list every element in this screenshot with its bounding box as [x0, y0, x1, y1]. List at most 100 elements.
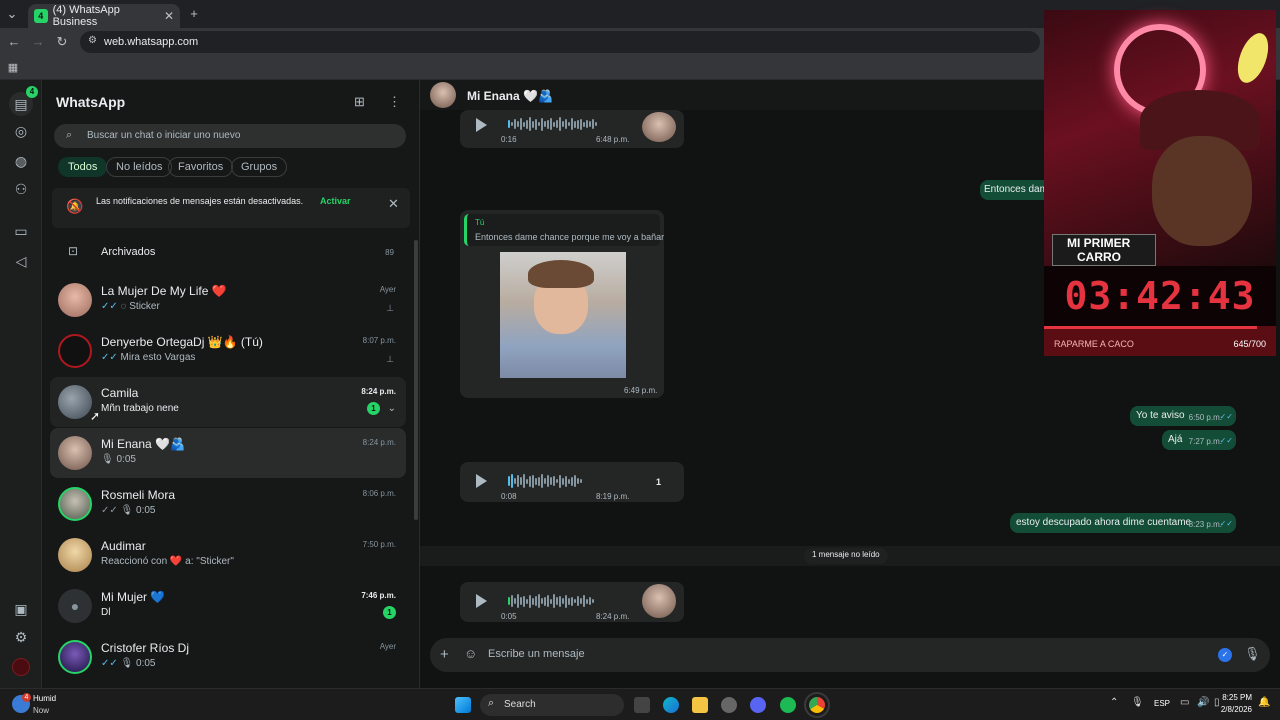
spotify-icon[interactable]: [780, 697, 796, 713]
taskbar-search[interactable]: ⌕ Search: [480, 694, 624, 716]
filter-grupos[interactable]: Grupos: [231, 157, 288, 177]
archived-label: Archivados: [101, 246, 156, 258]
start-windows-icon[interactable]: [455, 697, 471, 713]
file-explorer-icon[interactable]: [692, 697, 708, 713]
task-view-icon[interactable]: [634, 697, 650, 713]
attach-plus-icon[interactable]: +: [440, 646, 449, 663]
filter-todos[interactable]: Todos: [58, 157, 108, 177]
read-ticks-icon: ✓✓: [101, 658, 118, 669]
site-info-icon[interactable]: ⚙: [88, 35, 97, 46]
back-icon[interactable]: ←: [6, 34, 22, 50]
new-chat-icon[interactable]: ⊞: [354, 94, 365, 110]
media-icon[interactable]: ▣: [12, 600, 30, 618]
chevron-down-icon[interactable]: ⌄: [388, 403, 396, 414]
profile-avatar[interactable]: [12, 658, 30, 676]
preview-text: 0:05: [116, 454, 136, 465]
notice-text: Las notificaciones de mensajes están des…: [96, 196, 304, 206]
mic-icon[interactable]: 🎙: [1244, 646, 1261, 662]
app-icon[interactable]: [721, 697, 737, 713]
weather-label: Humid: [33, 694, 57, 703]
webcam-feed: MI PRIMER CARRO: [1044, 10, 1276, 266]
photo-baby[interactable]: [500, 252, 626, 378]
voice-duration: 0:08: [501, 492, 517, 501]
forward-icon[interactable]: →: [30, 34, 46, 50]
play-icon[interactable]: [476, 594, 487, 608]
chat-preview: Dl: [101, 607, 111, 618]
communities-icon[interactable]: ⚇: [12, 180, 30, 198]
play-icon[interactable]: [476, 118, 487, 132]
close-tab-icon[interactable]: ✕: [164, 9, 174, 23]
waveform[interactable]: [508, 116, 597, 132]
contact-avatar[interactable]: [430, 82, 456, 108]
edge-browser-icon[interactable]: [663, 697, 679, 713]
clock-date[interactable]: 2/8/2026: [1212, 705, 1252, 714]
chat-row-rosmeli[interactable]: Rosmeli Mora ✓✓ 🎙 0:05 8:06 p.m.: [50, 479, 406, 529]
waveform[interactable]: [508, 472, 582, 490]
chat-name: Rosmeli Mora: [101, 488, 176, 502]
tab-search-icon[interactable]: ⌄: [4, 6, 20, 22]
message-time: 6:49 p.m.: [624, 386, 658, 395]
chat-row-mi-mujer[interactable]: ● Mi Mujer 💙 Dl 7:46 p.m. 1: [50, 581, 406, 631]
contact-name[interactable]: Mi Enana 🤍🫂: [467, 89, 553, 103]
chat-row-denyerbe[interactable]: Denyerbe OrtegaDj 👑🔥 (Tú) ✓✓ Mira esto V…: [50, 326, 406, 376]
outgoing-message: estoy descupado ahora dime cuentame 8:23…: [1010, 513, 1236, 533]
message-input[interactable]: Escribe un mensaje: [488, 648, 585, 660]
url-field[interactable]: ⚙ web.whatsapp.com: [80, 31, 1040, 53]
chat-row-mi-enana[interactable]: Mi Enana 🤍🫂 🎙 0:05 8:24 p.m.: [50, 428, 406, 478]
playback-speed[interactable]: 1: [656, 477, 661, 487]
archived-row[interactable]: ⊡ Archivados 89: [50, 238, 406, 266]
voice-message: 0:08 8:19 p.m. 1: [460, 462, 684, 502]
new-tab-icon[interactable]: +: [186, 6, 202, 22]
enable-notifications-link[interactable]: Activar: [320, 196, 351, 206]
preview-text: Mira esto Vargas: [120, 352, 196, 363]
chat-row-la-mujer[interactable]: La Mujer De My Life ❤️ ✓✓ ◌ Sticker Ayer…: [50, 275, 406, 325]
stream-overlay: MI PRIMER CARRO 03:42:43 RAPARME A CACO …: [1044, 10, 1276, 356]
play-icon[interactable]: [476, 474, 487, 488]
channels-icon[interactable]: ◍: [12, 152, 30, 170]
composer: + ☺ Escribe un mensaje ✓ 🎙: [430, 638, 1270, 672]
close-banner-icon[interactable]: ✕: [388, 196, 399, 212]
avatar: [58, 385, 92, 419]
apps-grid-icon[interactable]: ▦: [5, 60, 21, 76]
catalog-icon[interactable]: ▭: [12, 222, 30, 240]
chat-row-audimar[interactable]: Audimar Reaccionó con ❤️ a: "Sticker" 7:…: [50, 530, 406, 580]
discord-icon[interactable]: [750, 697, 766, 713]
url-text: web.whatsapp.com: [104, 36, 199, 48]
chrome-icon[interactable]: [804, 692, 830, 718]
browser-tab[interactable]: 4 (4) WhatsApp Business ✕: [28, 4, 180, 28]
default-avatar-icon: ●: [58, 589, 92, 623]
sticker-icon[interactable]: ☺: [464, 646, 477, 661]
volume-icon[interactable]: 🔊: [1197, 697, 1209, 708]
chat-time: Ayer: [379, 285, 396, 294]
archived-count: 89: [385, 248, 394, 257]
chat-preview: Mñn trabajo nene: [101, 403, 179, 414]
chat-row-cristofer[interactable]: Cristofer Ríos Dj ✓✓ 🎙 0:05 Ayer: [50, 632, 406, 682]
sidebar-scrollbar[interactable]: [414, 240, 418, 520]
chat-name: Camila: [101, 386, 139, 400]
chat-name: Mi Enana 🤍🫂: [101, 437, 185, 451]
reply-quote[interactable]: Tú Entonces dame chance porque me voy a …: [464, 214, 664, 246]
grammar-check-icon[interactable]: ✓: [1218, 648, 1232, 662]
clock-time[interactable]: 8:25 PM: [1218, 693, 1252, 702]
filter-no-leidos[interactable]: No leídos: [106, 157, 173, 177]
notifications-icon[interactable]: 🔔: [1258, 697, 1270, 708]
network-icon[interactable]: ▭: [1180, 697, 1189, 708]
reload-icon[interactable]: ↻: [54, 34, 70, 50]
voice-duration: 0:16: [501, 135, 517, 144]
settings-gear-icon[interactable]: ⚙: [12, 628, 30, 646]
outgoing-message-partial: Entonces dam: [980, 180, 1050, 200]
tray-mic-icon[interactable]: 🎙: [1131, 697, 1144, 708]
nav-rail: ▤ 4 ◎ ◍ ⚇ ▭ ◁ ▣ ⚙: [0, 80, 42, 688]
voice-message: 0:05 8:24 p.m.: [460, 582, 684, 622]
search-input[interactable]: ⌕ Buscar un chat o iniciar uno nuevo: [54, 124, 406, 148]
filter-favoritos[interactable]: Favoritos: [168, 157, 234, 177]
status-icon[interactable]: ◎: [12, 122, 30, 140]
avatar: [58, 334, 92, 368]
language-indicator[interactable]: ESP: [1154, 699, 1170, 708]
goal-progress-fill: [1044, 326, 1258, 329]
menu-kebab-icon[interactable]: ⋮: [388, 94, 401, 110]
tray-chevron-icon[interactable]: ⌃: [1110, 697, 1118, 708]
waveform[interactable]: [508, 592, 594, 610]
ads-icon[interactable]: ◁: [12, 252, 30, 270]
chat-row-camila[interactable]: Camila Mñn trabajo nene 8:24 p.m. 1 ⌄ ➚: [50, 377, 406, 427]
